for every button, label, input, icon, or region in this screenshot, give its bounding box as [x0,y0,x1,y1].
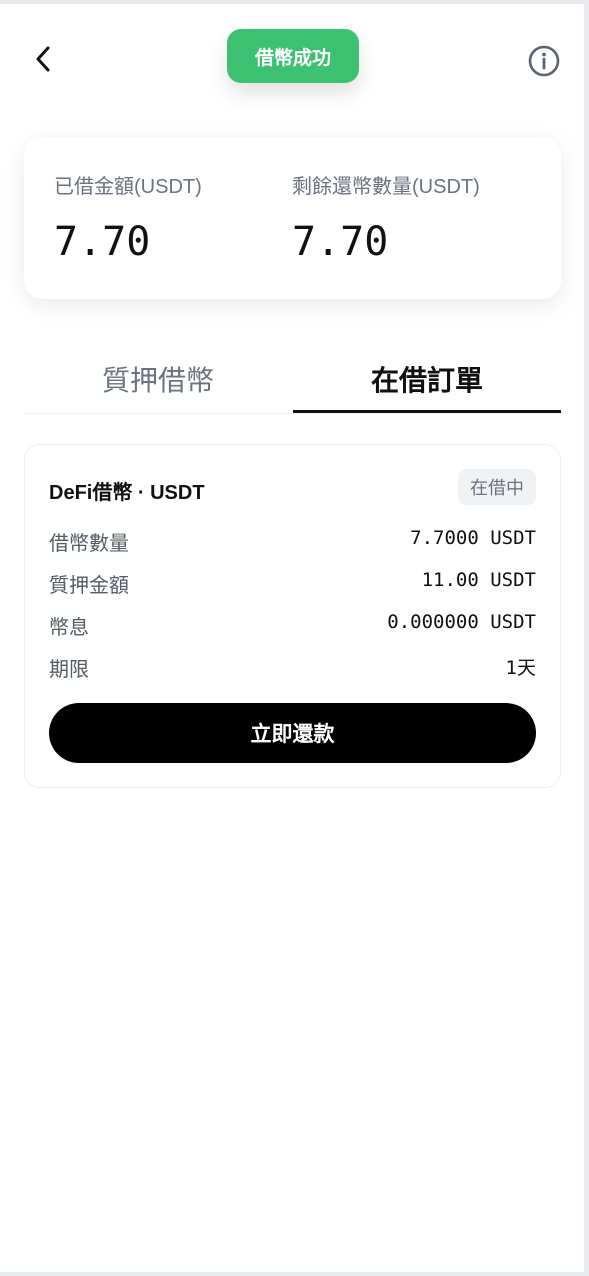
tab-bar: 質押借幣 在借訂單 [24,344,561,414]
borrow-quantity-value: 7.7000 USDT [410,527,536,549]
interest-label: 幣息 [49,617,89,639]
success-toast: 借幣成功 [227,29,359,83]
interest-value: 0.000000 USDT [387,611,536,633]
app-screen: 借幣成功 已借金額(USDT) 7.70 剩餘還幣數量(USDT) 7.70 質… [0,4,584,1272]
info-circle-icon [528,45,560,77]
term-label: 期限 [49,659,89,681]
tab-active-orders[interactable]: 在借訂單 [293,344,561,414]
collateral-amount-value: 11.00 USDT [421,569,536,591]
remaining-amount-label: 剩餘還幣數量(USDT) [292,176,480,198]
borrowed-amount-label: 已借金額(USDT) [54,176,202,198]
info-button[interactable] [525,42,563,80]
borrow-quantity-label: 借幣數量 [49,533,129,555]
borrowed-amount-value: 7.70 [54,219,151,265]
order-title: DeFi借幣 · USDT [49,482,205,504]
status-badge: 在借中 [458,469,536,505]
order-card: DeFi借幣 · USDT 在借中 借幣數量 7.7000 USDT 質押金額 … [24,444,561,788]
chevron-left-icon [36,46,50,72]
tab-pledge-borrow[interactable]: 質押借幣 [24,344,292,414]
term-value: 1天 [505,657,536,679]
repay-now-button[interactable]: 立即還款 [49,703,536,763]
loan-summary-card: 已借金額(USDT) 7.70 剩餘還幣數量(USDT) 7.70 [24,137,561,299]
remaining-amount-value: 7.70 [292,219,389,265]
active-tab-indicator [293,410,561,413]
collateral-amount-label: 質押金額 [49,575,129,597]
back-button[interactable] [28,42,58,76]
header: 借幣成功 [0,4,584,114]
